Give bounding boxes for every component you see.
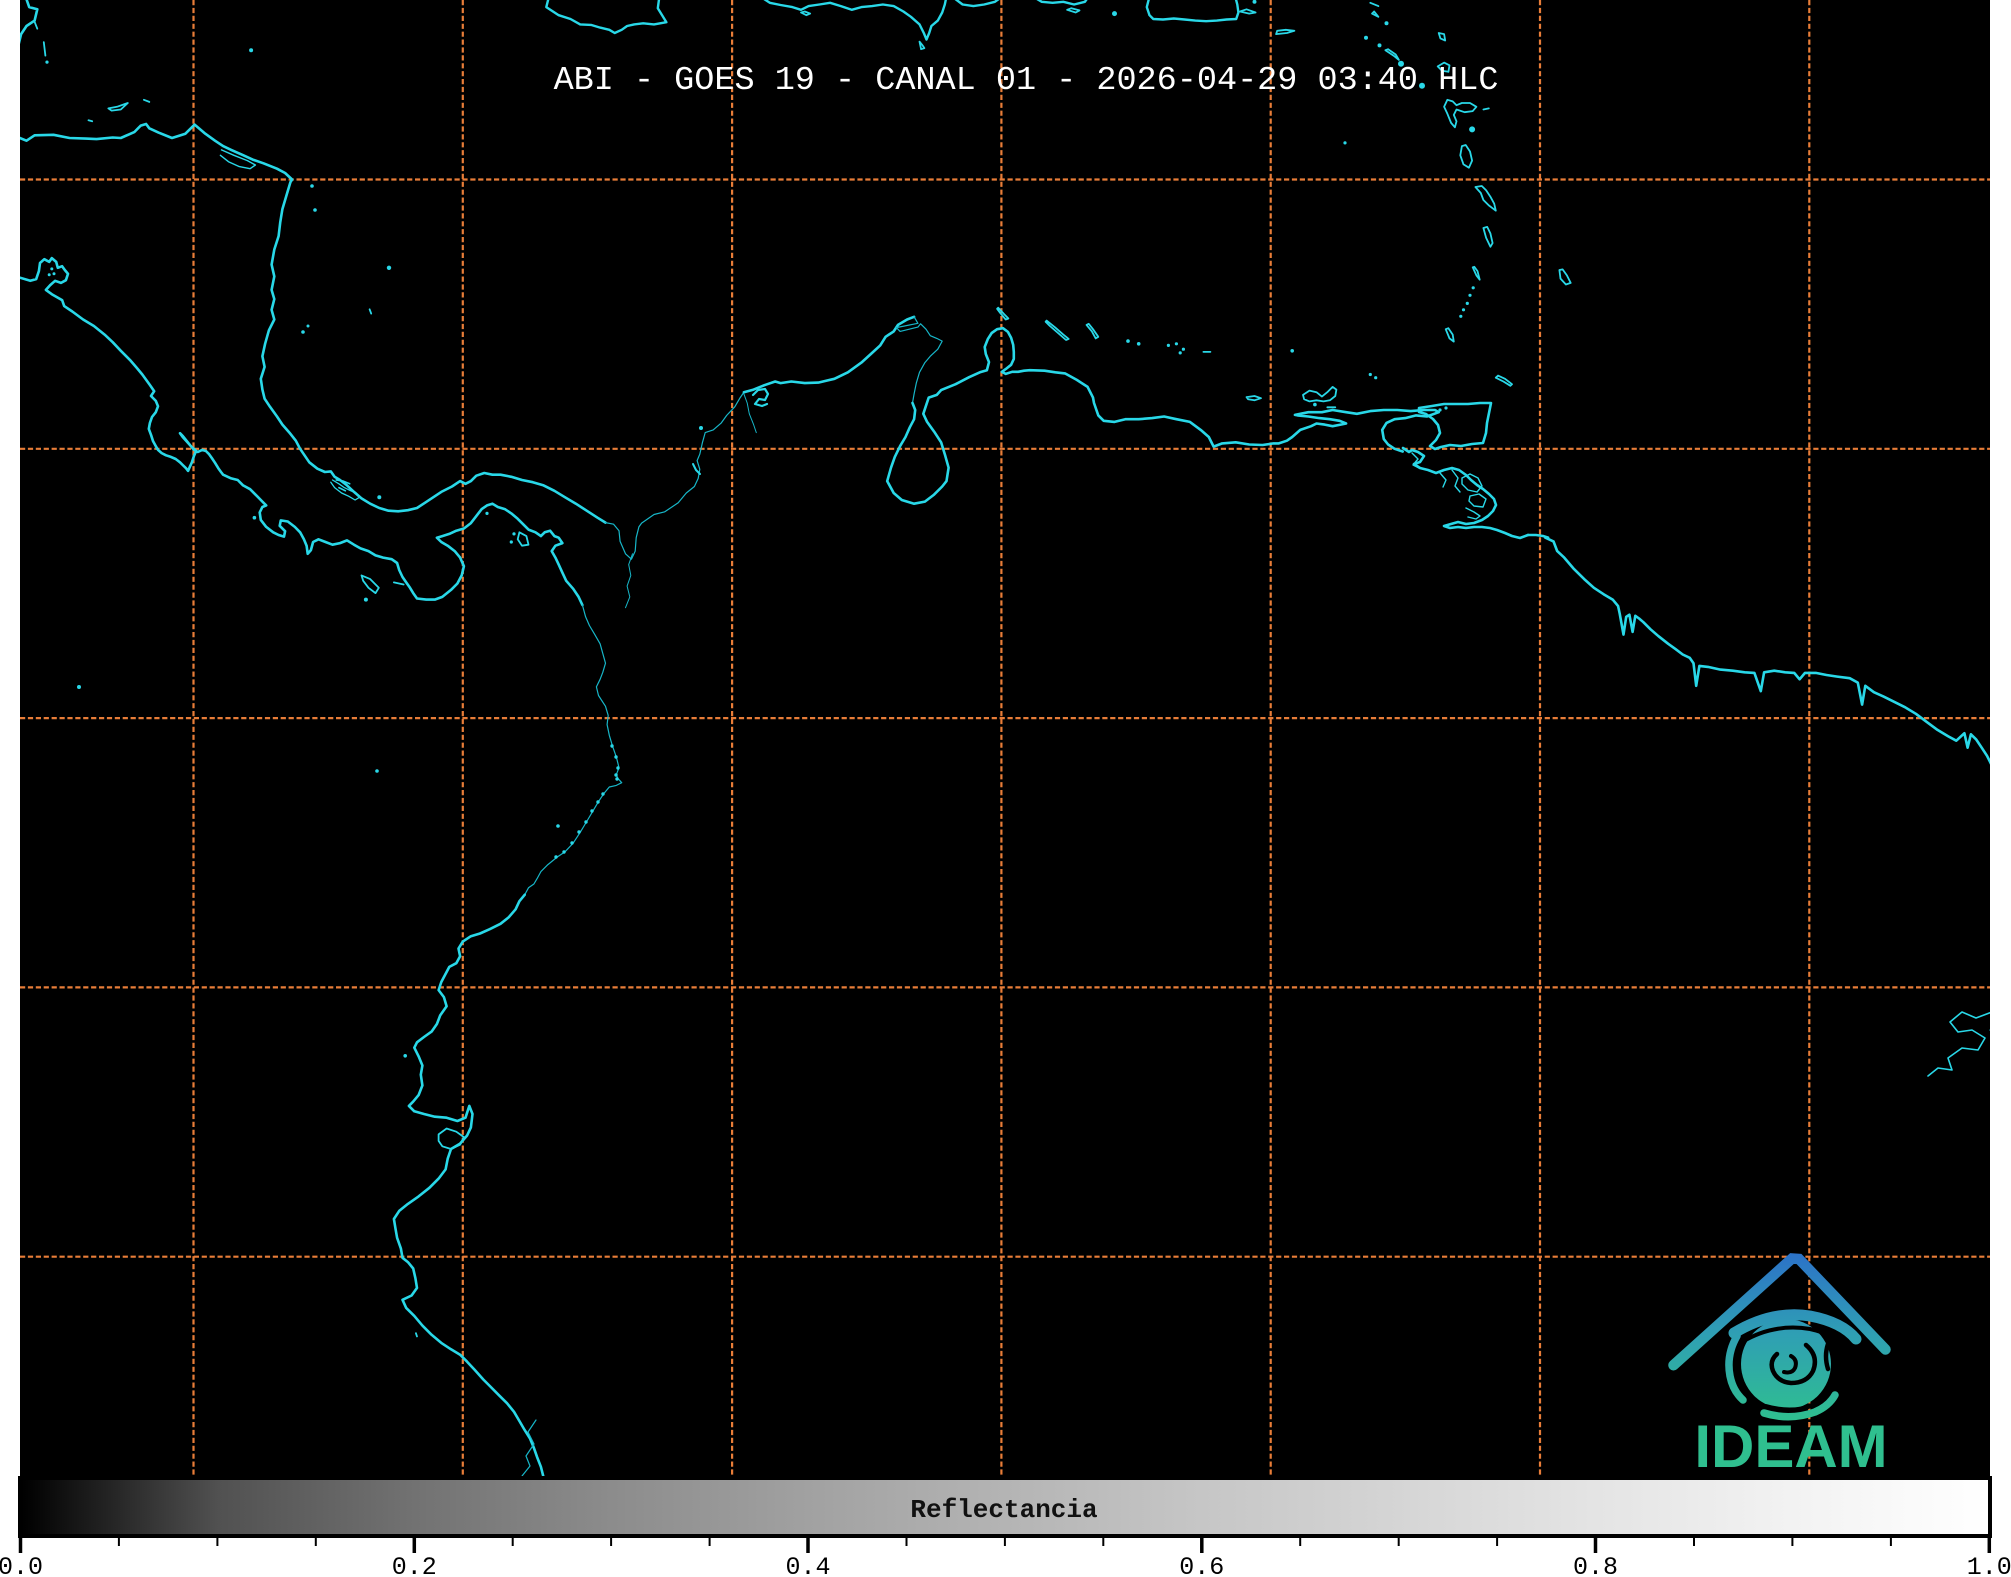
svg-text:0.8: 0.8 <box>1573 1553 1618 1577</box>
svg-text:0.6: 0.6 <box>1179 1553 1224 1577</box>
svg-text:Reflectancia: Reflectancia <box>910 1495 1097 1525</box>
svg-text:IDEAM: IDEAM <box>1694 1413 1887 1480</box>
svg-text:0.4: 0.4 <box>785 1553 830 1577</box>
svg-text:1.0: 1.0 <box>1967 1553 2011 1577</box>
svg-text:0.0: 0.0 <box>0 1553 43 1577</box>
svg-text:ABI - GOES 19 - CANAL 01 - 202: ABI - GOES 19 - CANAL 01 - 2026-04-29 03… <box>554 62 1499 100</box>
svg-text:0.2: 0.2 <box>392 1553 437 1577</box>
